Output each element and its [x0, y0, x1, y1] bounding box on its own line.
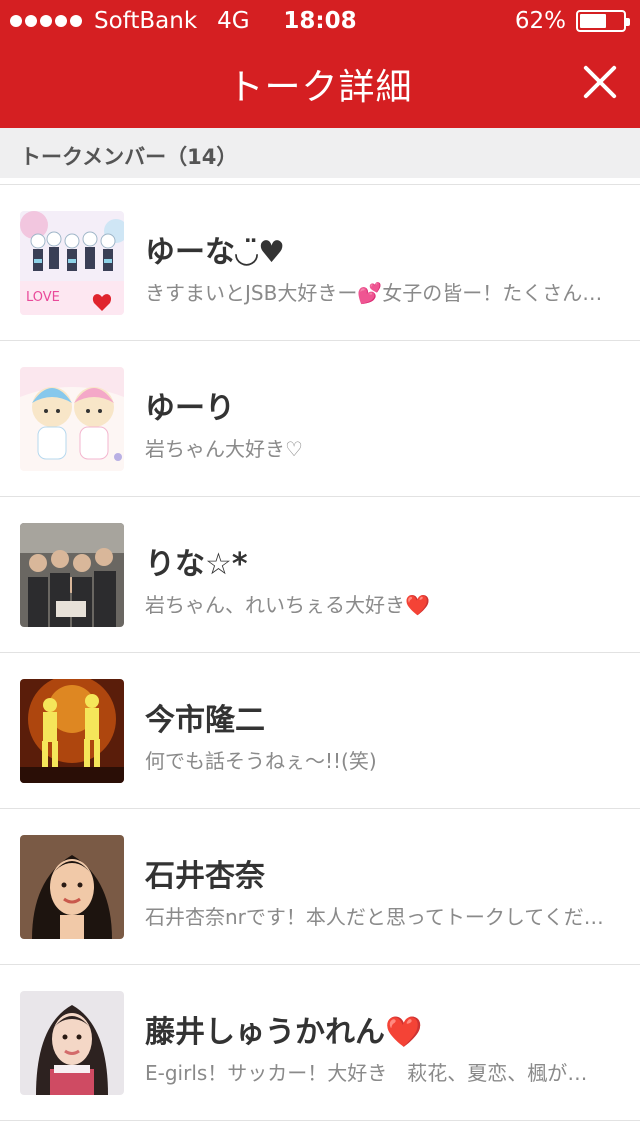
header-bar: SoftBank 4G 18:08 62% トーク詳細 — [0, 0, 640, 128]
avatar — [20, 991, 124, 1095]
member-name: りな☆* — [145, 547, 248, 582]
member-row[interactable]: 藤井しゅうかれん❤️ E-girls！サッカー！大好き 萩花、夏恋、楓が特に好き — [0, 965, 640, 1121]
battery-percent: 62% — [514, 8, 566, 34]
member-status: きすまいとJSB大好きー💕女子の皆ー！たくさん話そうね — [145, 281, 605, 305]
close-icon[interactable] — [578, 60, 622, 104]
avatar: LOVE — [20, 211, 124, 315]
battery-info: 62% — [514, 8, 630, 34]
member-name: 石井杏奈 — [145, 859, 265, 894]
member-row[interactable]: 石井杏奈 石井杏奈nrです！本人だと思ってトークしてください — [0, 809, 640, 965]
member-status: E-girls！サッカー！大好き 萩花、夏恋、楓が特に好き — [145, 1061, 605, 1085]
member-status: 岩ちゃん大好き♡ — [145, 437, 303, 461]
member-row[interactable]: LOVE ゆーな◡̈♥ きすまいとJSB大好きー💕女子の皆ー！たくさん話そうね — [0, 185, 640, 341]
member-row[interactable]: ゆーり 岩ちゃん大好き♡ — [0, 341, 640, 497]
member-name: 藤井しゅうかれん❤️ — [145, 1015, 423, 1050]
member-row[interactable]: 今市隆二 何でも話そうねぇ〜!!(笑) — [0, 653, 640, 809]
member-status: 石井杏奈nrです！本人だと思ってトークしてください — [145, 905, 605, 929]
avatar — [20, 679, 124, 783]
avatar — [20, 835, 124, 939]
avatar — [20, 367, 124, 471]
status-bar: SoftBank 4G 18:08 62% — [0, 0, 640, 40]
section-header: トークメンバー（14） — [0, 128, 640, 178]
battery-level — [580, 14, 607, 28]
member-name: ゆーな◡̈♥ — [145, 235, 285, 270]
page-title: トーク詳細 — [227, 67, 413, 108]
member-row[interactable]: りな☆* 岩ちゃん、れいちぇる大好き❤️ — [0, 497, 640, 653]
member-name: ゆーり — [145, 391, 235, 426]
member-name: 今市隆二 — [145, 703, 265, 738]
member-status: 何でも話そうねぇ〜!!(笑) — [145, 749, 377, 773]
avatar — [20, 523, 124, 627]
member-list: LOVE ゆーな◡̈♥ きすまいとJSB大好きー💕女子の皆ー！たくさん話そうね — [0, 184, 640, 1121]
member-status: 岩ちゃん、れいちぇる大好き❤️ — [145, 593, 430, 617]
battery-icon — [576, 10, 630, 32]
svg-text:LOVE: LOVE — [26, 290, 60, 305]
